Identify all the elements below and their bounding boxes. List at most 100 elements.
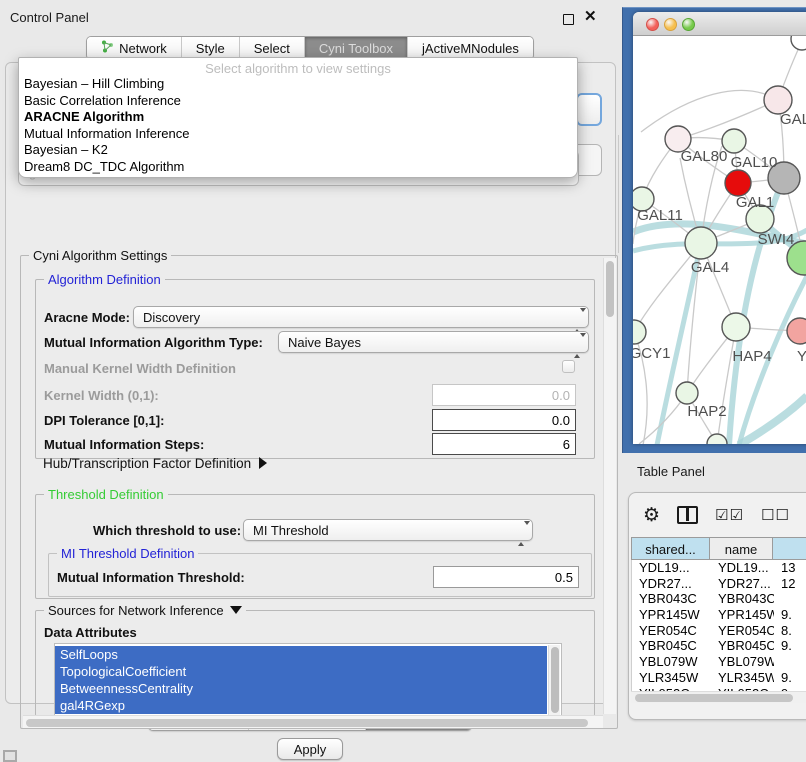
name-cell[interactable]: YDR27... [711,576,774,592]
collapsed-arrow-icon[interactable] [259,457,267,469]
network-node[interactable] [787,318,806,344]
network-node[interactable] [633,320,646,344]
table-row[interactable]: YBL079WYBL079W [632,654,806,670]
value-cell[interactable]: 9. [774,638,806,654]
dpi-tolerance-field[interactable]: 0.0 [432,409,576,431]
shared-name-cell[interactable]: YBR045C [632,638,711,654]
tab-style[interactable]: Style [181,37,239,59]
node-label-gal11: GAL11 [637,207,683,224]
shared-name-cell[interactable]: YPR145W [632,607,711,623]
gear-icon[interactable]: ⚙ [643,504,660,526]
settings-horizontal-scrollbar[interactable] [23,715,603,728]
value-cell[interactable]: 8. [774,623,806,639]
tab-jactivemnodules[interactable]: jActiveMNodules [407,37,533,59]
aracne-mode-value: Discovery [143,310,200,325]
algorithm-option-dream8-dc-tdc-algorithm[interactable]: Dream8 DC_TDC Algorithm [19,159,577,176]
name-cell[interactable]: YER054C [711,623,774,639]
settings-vertical-scrollbar[interactable] [603,258,616,714]
list-scrollbar[interactable] [548,645,560,717]
table-row[interactable]: YPR145WYPR145W9. [632,607,806,623]
shared-name-cell[interactable]: YBR043C [632,591,711,607]
network-window-titlebar[interactable] [633,12,806,36]
node-label-gal4: GAL4 [691,259,729,276]
shared-name-cell[interactable]: YDR27... [632,576,711,592]
network-node[interactable] [791,36,806,50]
algorithm-option-mutual-information-inference[interactable]: Mutual Information Inference [19,126,577,143]
table-row[interactable]: YDL19...YDL19...13 [632,560,806,576]
tab-network[interactable]: Network [87,37,181,59]
value-cell[interactable]: 12 [774,576,806,592]
table-row[interactable]: YBR045CYBR045C9. [632,638,806,654]
algorithm-option-aracne-algorithm[interactable]: ARACNE Algorithm [19,109,577,126]
network-edge[interactable] [739,396,806,444]
algorithm-combo-focused-edge[interactable] [576,93,602,126]
tab-cyni-toolbox[interactable]: Cyni Toolbox [304,37,407,59]
table-row[interactable]: YDR27...YDR27...12 [632,576,806,592]
network-edge[interactable] [641,90,778,132]
mi-algorithm-type-combo[interactable]: Naive Bayes [278,331,589,353]
aracne-mode-combo[interactable]: Discovery [133,306,589,328]
name-cell[interactable]: YLR345W [711,670,774,686]
table-horizontal-scrollbar[interactable] [631,691,806,703]
minimize-traffic-light[interactable] [664,18,677,31]
name-cell[interactable]: YDL19... [711,560,774,576]
split-columns-icon[interactable] [677,506,698,524]
zoom-traffic-light[interactable] [682,18,695,31]
mi-steps-field[interactable]: 6 [432,433,576,455]
column-header-name[interactable]: name [710,537,773,560]
attribute-betweennesscentrality[interactable]: BetweennessCentrality [55,680,547,697]
expanded-arrow-icon[interactable] [230,606,242,614]
network-node[interactable] [764,86,792,114]
value-cell[interactable] [774,591,806,607]
name-cell[interactable]: YPR145W [711,607,774,623]
hub-definition-toggle[interactable]: Hub/Transcription Factor Definition [43,456,267,471]
close-panel-icon[interactable]: ✕ [584,7,597,25]
shared-name-cell[interactable]: YER054C [632,623,711,639]
value-cell[interactable]: 13 [774,560,806,576]
value-cell[interactable]: 9. [774,607,806,623]
table-row[interactable]: YBR043CYBR043C [632,591,806,607]
name-cell[interactable]: YBR043C [711,591,774,607]
algorithm-option-bayesian-k2[interactable]: Bayesian – K2 [19,142,577,159]
algorithm-option-basic-correlation-inference[interactable]: Basic Correlation Inference [19,93,577,110]
attribute-gal4rgexp[interactable]: gal4RGexp [55,697,547,714]
collapsed-panel-handle[interactable] [3,750,17,762]
node-label-y: Y [797,348,806,365]
apply-button[interactable]: Apply [277,738,343,760]
table-panel: ⚙ ☑☑ ☐☐ shared...nameA YDL19...YDL19...1… [628,492,806,720]
attribute-selfloops[interactable]: SelfLoops [55,646,547,663]
network-node[interactable] [676,382,698,404]
network-node[interactable] [707,434,727,444]
shared-name-cell[interactable]: YDL19... [632,560,711,576]
shared-name-cell[interactable]: YLR345W [632,670,711,686]
name-cell[interactable]: YBL079W [711,654,774,670]
deselect-all-checkboxes-icon[interactable]: ☐☐ [761,506,790,524]
value-cell[interactable]: 9. [774,670,806,686]
list-scrollbar-thumb[interactable] [551,647,559,713]
table-hscroll-thumb[interactable] [635,694,793,702]
column-header-a[interactable]: A [773,537,806,560]
algorithm-option-bayesian-hill-climbing[interactable]: Bayesian – Hill Climbing [19,76,577,93]
network-canvas[interactable]: GALGAL80GAL10GAL1SWI4GAL11GAL4GCY1HAP4YH… [633,36,806,444]
settings-hscroll-thumb[interactable] [26,719,588,727]
attribute-topologicalcoefficient[interactable]: TopologicalCoefficient [55,663,547,680]
float-panel-icon[interactable] [563,14,574,25]
network-node[interactable] [722,313,750,341]
close-traffic-light[interactable] [646,18,659,31]
manual-kernel-width-checkbox[interactable] [562,360,575,373]
value-cell[interactable] [774,654,806,670]
tab-select[interactable]: Select [239,37,304,59]
settings-vscroll-thumb[interactable] [606,261,614,317]
select-all-checkboxes-icon[interactable]: ☑☑ [715,506,744,524]
kernel-width-field[interactable]: 0.0 [432,384,576,406]
network-node[interactable] [725,170,751,196]
table-row[interactable]: YLR345WYLR345W9. [632,670,806,686]
data-attributes-list[interactable]: SelfLoopsTopologicalCoefficientBetweenne… [54,643,562,717]
network-node[interactable] [685,227,717,259]
name-cell[interactable]: YBR045C [711,638,774,654]
which-threshold-combo[interactable]: MI Threshold [243,519,533,541]
table-row[interactable]: YER054CYER054C8. [632,623,806,639]
shared-name-cell[interactable]: YBL079W [632,654,711,670]
column-header-shared[interactable]: shared... [631,537,710,560]
mi-threshold-field[interactable]: 0.5 [433,566,579,588]
